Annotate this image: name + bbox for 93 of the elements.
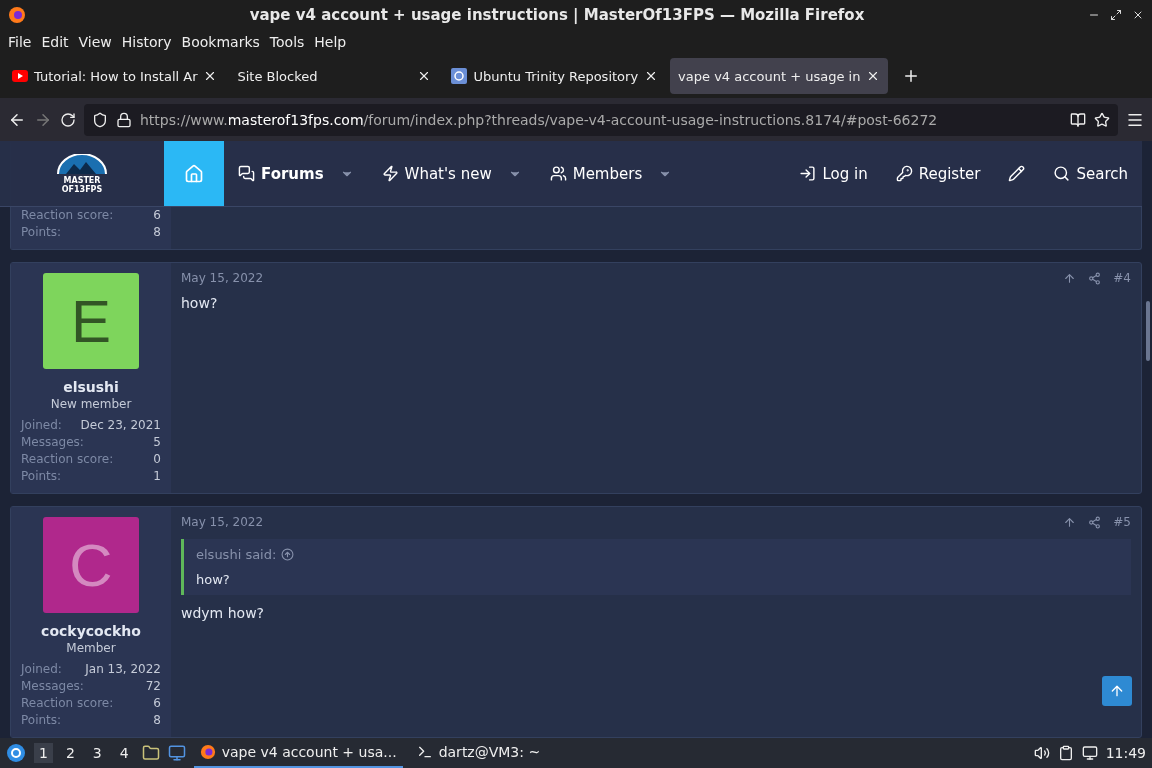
post-date[interactable]: May 15, 2022 xyxy=(181,515,264,529)
post-date[interactable]: May 15, 2022 xyxy=(181,271,264,285)
workspace-button[interactable]: 2 xyxy=(60,743,80,763)
avatar[interactable]: E xyxy=(43,273,139,369)
nav-link[interactable]: Register xyxy=(881,141,995,206)
browser-tab[interactable]: Ubuntu Trinity Repository xyxy=(443,58,667,94)
mountain-logo-icon xyxy=(56,153,108,176)
key-icon xyxy=(895,165,913,182)
username[interactable]: cockycockho xyxy=(41,623,141,639)
share-icon[interactable] xyxy=(1088,271,1102,285)
reader-view-icon[interactable] xyxy=(1070,111,1086,128)
volume-icon[interactable] xyxy=(1033,745,1050,761)
reload-icon[interactable] xyxy=(60,111,76,128)
nav-link[interactable]: Search xyxy=(1039,141,1142,206)
menu-item[interactable]: View xyxy=(74,34,116,50)
stat-value: 6 xyxy=(153,695,161,712)
nav-link[interactable]: Log in xyxy=(785,141,882,206)
login-icon xyxy=(799,165,817,182)
stat-label: Points: xyxy=(21,712,62,729)
user-role: Member xyxy=(66,641,116,655)
stat-value: Jan 13, 2022 xyxy=(85,661,161,678)
stat-value: 72 xyxy=(145,678,161,695)
post-body: how? xyxy=(181,295,219,311)
chat-icon xyxy=(238,165,255,182)
upvote-icon[interactable] xyxy=(1063,271,1077,285)
shield-icon xyxy=(92,111,108,128)
taskbar-item[interactable]: vape v4 account + usa... xyxy=(193,738,403,768)
scroll-top-button[interactable] xyxy=(1102,676,1132,706)
stat-label: Messages: xyxy=(21,434,84,451)
stat-value: 8 xyxy=(153,224,161,241)
stat-value: 0 xyxy=(153,451,161,468)
stat-label: Reaction score: xyxy=(21,207,114,224)
lightning-icon xyxy=(381,165,399,182)
share-icon[interactable] xyxy=(1088,515,1102,529)
stat-label: Messages: xyxy=(21,678,84,695)
repository-icon xyxy=(451,68,468,84)
menu-item[interactable]: History xyxy=(117,34,176,50)
browser-tab[interactable]: Site Blocked xyxy=(229,58,440,94)
workspace-button[interactable]: 3 xyxy=(87,743,107,763)
post-body: wdym how? xyxy=(181,605,266,621)
lock-icon xyxy=(116,111,132,128)
pencil-icon xyxy=(1008,165,1026,182)
stat-value: 8 xyxy=(153,712,161,729)
window-title: vape v4 account + usage instructions | MasterOf13FPS — Mozilla Firefox xyxy=(248,6,866,24)
stat-label: Joined: xyxy=(21,417,62,434)
workspace-button[interactable]: 1 xyxy=(34,743,53,763)
menu-item[interactable]: File xyxy=(4,34,36,50)
arrow-up-icon[interactable] xyxy=(281,548,295,561)
menu-item[interactable]: Tools xyxy=(265,34,309,50)
folder-icon[interactable] xyxy=(141,744,160,762)
upvote-icon[interactable] xyxy=(1063,515,1077,529)
post-number[interactable]: #5 xyxy=(1113,515,1131,529)
close-icon[interactable] xyxy=(1132,9,1144,21)
menu-item[interactable]: Help xyxy=(310,34,351,50)
site-logo[interactable]: MASTER OF13FPS xyxy=(0,141,164,206)
stat-label: Points: xyxy=(21,468,62,485)
stat-label: Reaction score: xyxy=(21,695,114,712)
nav-tab[interactable]: Members xyxy=(535,141,687,206)
stat-value: 6 xyxy=(153,207,161,224)
browser-logo-icon xyxy=(199,744,216,760)
video-icon xyxy=(12,70,28,82)
stat-label: Joined: xyxy=(21,661,62,678)
quote-author[interactable]: elsushi said: xyxy=(196,547,1119,562)
maximize-icon[interactable] xyxy=(1110,9,1122,21)
bookmark-star-icon[interactable] xyxy=(1094,111,1110,128)
home-icon xyxy=(184,163,204,184)
url-field[interactable]: https://www.masterof13fps.com/forum/index.php?threads/vape-v4-account-usage-instructions.8174/#post-66272 xyxy=(84,103,1118,136)
nav-tab[interactable]: What's new xyxy=(367,141,536,206)
clipboard-icon[interactable] xyxy=(1057,745,1074,761)
quote-text: how? xyxy=(196,572,231,587)
stat-value: 1 xyxy=(153,468,161,485)
scrollbar-thumb[interactable] xyxy=(1146,301,1150,361)
username[interactable]: elsushi xyxy=(63,379,119,395)
browser-logo-icon xyxy=(8,6,26,24)
terminal-icon xyxy=(416,744,433,760)
nav-tab[interactable]: Forums xyxy=(224,141,368,206)
browser-tab[interactable]: Tutorial: How to Install Ar xyxy=(4,58,226,94)
post-number[interactable]: #4 xyxy=(1113,271,1131,285)
user-role: New member xyxy=(50,397,132,411)
stat-value: 5 xyxy=(153,434,161,451)
menu-item[interactable]: Edit xyxy=(37,34,73,50)
taskbar-item[interactable]: dartz@VM3: ~ xyxy=(410,738,547,768)
stat-value: Dec 23, 2021 xyxy=(80,417,161,434)
users-icon xyxy=(549,165,567,182)
browser-tab[interactable]: vape v4 account + usage in xyxy=(670,58,889,94)
desktop-icon[interactable] xyxy=(167,744,186,762)
clock[interactable]: 11:49 xyxy=(1105,745,1146,761)
start-menu-icon[interactable] xyxy=(6,743,26,763)
stat-label: Points: xyxy=(21,224,62,241)
workspace-button[interactable]: 4 xyxy=(114,743,134,763)
search-icon xyxy=(1053,165,1071,182)
stat-label: Reaction score: xyxy=(21,451,114,468)
menu-item[interactable]: Bookmarks xyxy=(177,34,264,50)
